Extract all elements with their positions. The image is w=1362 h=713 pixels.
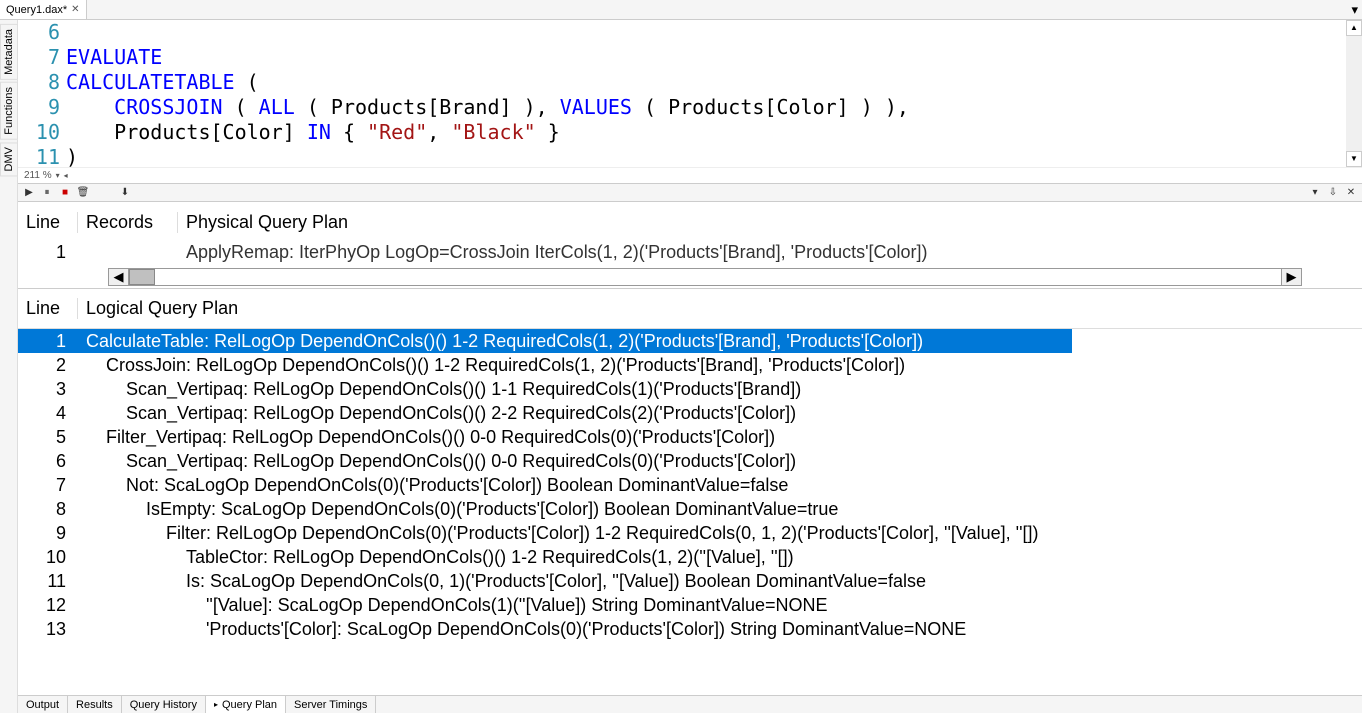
logical-plan-row[interactable]: 11Is: ScaLogOp DependOnCols(0, 1)('Produ… [18,569,1362,593]
pin-icon[interactable]: ⇩ [1326,186,1340,200]
bottom-tab-output[interactable]: Output [18,696,68,713]
logical-plan-row[interactable]: 3Scan_Vertipaq: RelLogOp DependOnCols()(… [18,377,1362,401]
editor-gutter: 67891011 [18,20,66,167]
stop-icon[interactable]: ■ [58,186,72,200]
pause-icon[interactable]: ⏸ [40,186,54,200]
panel-dropdown-icon[interactable]: ▾ [1308,186,1322,200]
logical-plan-row[interactable]: 12''[Value]: ScaLogOp DependOnCols(1)(''… [18,593,1362,617]
physical-plan-header: Line Records Physical Query Plan [18,202,1362,242]
scroll-right-icon[interactable]: ▶ [1281,269,1301,285]
editor-code[interactable]: EVALUATECALCULATETABLE ( CROSSJOIN ( ALL… [66,20,1346,167]
bottom-tab-query-history[interactable]: Query History [122,696,206,713]
logical-plan-row[interactable]: 8IsEmpty: ScaLogOp DependOnCols(0)('Prod… [18,497,1362,521]
bottom-tab-results[interactable]: Results [68,696,122,713]
panel-close-icon[interactable]: ✕ [1344,186,1358,200]
editor-status-bar: 211 % ▾ ◂ [18,167,1362,183]
logical-plan-header: Line Logical Query Plan [18,289,1362,329]
physical-plan-panel: Line Records Physical Query Plan 1ApplyR… [18,202,1362,289]
bottom-tab-query-plan[interactable]: ▸ Query Plan [206,696,286,713]
tab-overflow-dropdown[interactable]: ▾ [1347,0,1362,19]
bottom-tab-label: Server Timings [294,699,367,711]
col-header-line[interactable]: Line [18,212,78,233]
active-tab-arrow-icon: ▸ [214,700,218,709]
play-icon[interactable]: ▶ [22,186,36,200]
scroll-left-icon[interactable]: ◀ [109,269,129,285]
logical-plan-row[interactable]: 10TableCtor: RelLogOp DependOnCols()() 1… [18,545,1362,569]
editor-vertical-scrollbar[interactable]: ▲ ▼ [1346,20,1362,167]
logical-plan-rows: 1CalculateTable: RelLogOp DependOnCols()… [18,329,1362,695]
clear-icon[interactable]: 🗑 [76,186,90,200]
scroll-down-icon[interactable]: ▼ [1346,151,1362,167]
bottom-tab-label: Query Plan [222,699,277,711]
zoom-level: 211 % [24,170,52,181]
logical-plan-row[interactable]: 1CalculateTable: RelLogOp DependOnCols()… [18,329,1072,353]
dax-editor: 67891011 EVALUATECALCULATETABLE ( CROSSJ… [18,20,1362,184]
logical-plan-row[interactable]: 7Not: ScaLogOp DependOnCols(0)('Products… [18,473,1362,497]
col-header-logical-plan[interactable]: Logical Query Plan [78,298,1062,319]
document-tab[interactable]: Query1.dax* ✕ [0,0,87,19]
physical-plan-rows: 1ApplyRemap: IterPhyOp LogOp=CrossJoin I… [18,242,1362,266]
logical-plan-panel: Line Logical Query Plan 1CalculateTable:… [18,289,1362,695]
document-tab-title: Query1.dax* [6,4,67,16]
side-tab-dmv[interactable]: DMV [0,142,18,176]
logical-plan-row[interactable]: 2CrossJoin: RelLogOp DependOnCols()() 1-… [18,353,1362,377]
side-tab-strip: Metadata Functions DMV [0,20,18,713]
side-tab-metadata[interactable]: Metadata [0,24,18,80]
col-header-physical-plan[interactable]: Physical Query Plan [178,212,1362,233]
scroll-left-icon[interactable]: ◂ [64,171,68,180]
logical-plan-row[interactable]: 13'Products'[Color]: ScaLogOp DependOnCo… [18,617,1362,641]
logical-plan-row[interactable]: 4Scan_Vertipaq: RelLogOp DependOnCols()(… [18,401,1362,425]
close-icon[interactable]: ✕ [71,4,79,15]
col-header-records[interactable]: Records [78,212,178,233]
col-header-line[interactable]: Line [18,298,78,319]
logical-plan-row[interactable]: 6Scan_Vertipaq: RelLogOp DependOnCols()(… [18,449,1362,473]
document-tab-bar: Query1.dax* ✕ ▾ [0,0,1362,20]
bottom-tab-label: Output [26,699,59,711]
bottom-tab-strip: Output Results Query History ▸ Query Plan Ser… [18,695,1362,713]
zoom-dropdown-icon[interactable]: ▾ [56,171,60,180]
export-icon[interactable]: ⬇ [118,186,132,200]
bottom-tab-label: Query History [130,699,197,711]
scroll-up-icon[interactable]: ▲ [1346,20,1362,36]
physical-plan-hscrollbar[interactable]: ◀ ▶ [108,268,1302,286]
logical-plan-row[interactable]: 9Filter: RelLogOp DependOnCols(0)('Produ… [18,521,1362,545]
bottom-tab-server-timings[interactable]: Server Timings [286,696,376,713]
logical-plan-row[interactable]: 5Filter_Vertipaq: RelLogOp DependOnCols(… [18,425,1362,449]
scroll-thumb[interactable] [129,269,155,285]
plan-toolbar: ▶ ⏸ ■ 🗑 ⬇ ▾ ⇩ ✕ [18,184,1362,202]
side-tab-functions[interactable]: Functions [0,82,18,140]
bottom-tab-label: Results [76,699,113,711]
